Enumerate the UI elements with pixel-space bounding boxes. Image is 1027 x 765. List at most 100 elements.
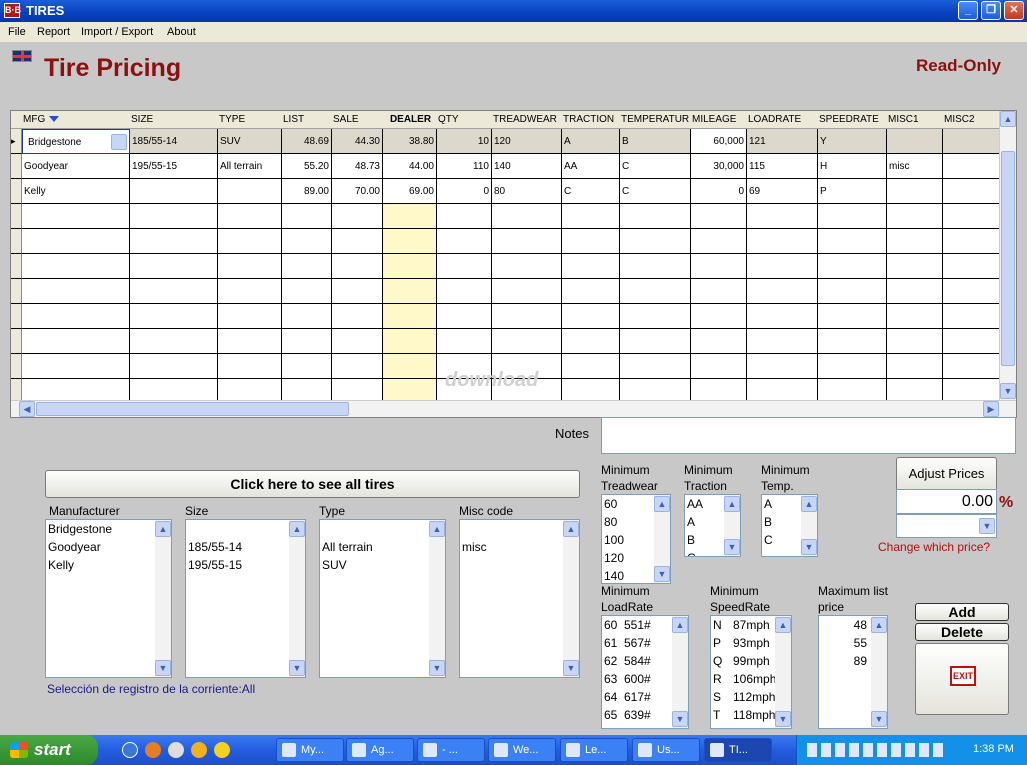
col-header-type[interactable]: TYPE xyxy=(218,111,282,129)
cell-misc2[interactable] xyxy=(943,154,1001,179)
size-item[interactable] xyxy=(186,520,305,538)
grid-horizontal-scrollbar[interactable]: ◀ ▶ xyxy=(11,400,1016,417)
empty-cell[interactable] xyxy=(22,204,130,229)
empty-cell[interactable] xyxy=(383,204,437,229)
empty-cell[interactable] xyxy=(691,254,747,279)
misc-code-list[interactable]: misc ▲ ▼ xyxy=(459,519,580,678)
cell-list[interactable]: 89.00 xyxy=(282,179,332,204)
scroll-up-icon[interactable]: ▲ xyxy=(289,521,305,537)
scroll-up-icon[interactable]: ▲ xyxy=(672,617,688,633)
type-item[interactable] xyxy=(320,520,445,538)
cell-mfg[interactable]: Goodyear xyxy=(22,154,130,179)
empty-cell[interactable] xyxy=(747,354,818,379)
empty-cell[interactable] xyxy=(492,279,562,304)
empty-cell[interactable] xyxy=(691,329,747,354)
cell-list[interactable]: 48.69 xyxy=(282,129,332,154)
row-selector[interactable] xyxy=(11,229,22,254)
cell-type[interactable]: SUV xyxy=(218,129,282,154)
chevron-down-icon[interactable]: ▼ xyxy=(979,518,995,534)
col-header-speedrate[interactable]: SPEEDRATE xyxy=(818,111,887,129)
tire-grid[interactable]: MFG SIZE TYPE LIST SALE DEALER QTY TREADWEAR TRA… xyxy=(10,110,1017,418)
cell-speedrate[interactable]: H xyxy=(818,154,887,179)
empty-cell[interactable] xyxy=(383,279,437,304)
empty-cell[interactable] xyxy=(130,204,218,229)
row-selector[interactable] xyxy=(11,279,22,304)
taskbar-item[interactable]: My... xyxy=(276,738,344,762)
empty-cell[interactable] xyxy=(691,204,747,229)
empty-cell[interactable] xyxy=(943,254,1001,279)
firefox-icon[interactable] xyxy=(145,742,161,758)
scroll-down-icon[interactable]: ▼ xyxy=(429,660,445,676)
scroll-down-icon[interactable]: ▼ xyxy=(672,711,688,727)
scroll-down-icon[interactable]: ▼ xyxy=(801,539,817,555)
scroll-down-icon[interactable]: ▼ xyxy=(724,539,740,555)
cell-sale[interactable]: 70.00 xyxy=(332,179,383,204)
scroll-down-icon[interactable]: ▼ xyxy=(654,566,670,582)
cell-mfg[interactable]: Bridgestone xyxy=(22,129,130,154)
type-item[interactable]: SUV xyxy=(320,556,445,574)
col-header-sale[interactable]: SALE xyxy=(332,111,383,129)
empty-cell[interactable] xyxy=(943,204,1001,229)
row-selector[interactable] xyxy=(11,354,22,379)
empty-cell[interactable] xyxy=(332,354,383,379)
empty-cell[interactable] xyxy=(130,354,218,379)
row-selector[interactable] xyxy=(11,154,22,179)
empty-cell[interactable] xyxy=(383,304,437,329)
empty-cell[interactable] xyxy=(383,254,437,279)
ie-icon[interactable] xyxy=(122,742,138,758)
empty-cell[interactable] xyxy=(282,204,332,229)
empty-cell[interactable] xyxy=(943,354,1001,379)
empty-cell[interactable] xyxy=(818,279,887,304)
notes-field[interactable] xyxy=(601,417,1016,454)
empty-cell[interactable] xyxy=(620,304,691,329)
cell-mileage[interactable]: 60,000 xyxy=(691,129,747,154)
empty-cell[interactable] xyxy=(130,304,218,329)
col-header-list[interactable]: LIST xyxy=(282,111,332,129)
chrome-icon[interactable] xyxy=(168,742,184,758)
menu-file[interactable]: File xyxy=(8,26,26,38)
empty-cell[interactable] xyxy=(887,254,943,279)
add-button[interactable]: Add xyxy=(915,603,1009,621)
col-header-traction[interactable]: TRACTION xyxy=(562,111,620,129)
min-loadrate-list[interactable]: 60 551# 61 567# 62 584# 63 600# 64 617# 65 639# ▲ ▼ xyxy=(601,615,689,729)
taskbar-item[interactable]: We... xyxy=(488,738,556,762)
empty-cell[interactable] xyxy=(562,279,620,304)
cell-list[interactable]: 55.20 xyxy=(282,154,332,179)
empty-cell[interactable] xyxy=(492,204,562,229)
list-scrollbar[interactable]: ▲ ▼ xyxy=(775,616,791,728)
empty-cell[interactable] xyxy=(562,254,620,279)
empty-cell[interactable] xyxy=(943,229,1001,254)
empty-cell[interactable] xyxy=(562,229,620,254)
cell-misc1[interactable] xyxy=(887,129,943,154)
col-header-temperature[interactable]: TEMPERATUR xyxy=(620,111,691,129)
cell-dealer[interactable]: 38.80 xyxy=(383,129,437,154)
scroll-down-icon[interactable]: ▼ xyxy=(1000,383,1016,399)
empty-cell[interactable] xyxy=(218,254,282,279)
empty-cell[interactable] xyxy=(887,204,943,229)
misc-code-item[interactable]: misc xyxy=(460,538,579,556)
cell-temperature[interactable]: C xyxy=(620,154,691,179)
empty-cell[interactable] xyxy=(332,304,383,329)
empty-cell[interactable] xyxy=(282,329,332,354)
empty-cell[interactable] xyxy=(691,279,747,304)
empty-cell[interactable] xyxy=(818,204,887,229)
empty-cell[interactable] xyxy=(747,204,818,229)
adjust-percent-input[interactable]: 0.00 xyxy=(896,489,997,514)
empty-cell[interactable] xyxy=(218,229,282,254)
empty-cell[interactable] xyxy=(437,229,492,254)
misc-code-item[interactable] xyxy=(460,520,579,538)
empty-cell[interactable] xyxy=(562,204,620,229)
cell-loadrate[interactable]: 121 xyxy=(747,129,818,154)
col-header-qty[interactable]: QTY xyxy=(437,111,492,129)
cell-size[interactable]: 185/55-14 xyxy=(130,129,218,154)
row-selector[interactable] xyxy=(11,329,22,354)
row-selector[interactable] xyxy=(11,179,22,204)
list-scrollbar[interactable]: ▲ ▼ xyxy=(672,616,688,728)
cell-mileage[interactable]: 0 xyxy=(691,179,747,204)
min-speedrate-list[interactable]: N 87mph P 93mph Q 99mph R 106mph S 112mph T 118mph ▲… xyxy=(710,615,792,729)
col-header-misc2[interactable]: MISC2 xyxy=(943,111,1001,129)
manufacturer-item[interactable]: Kelly xyxy=(46,556,171,574)
change-which-price-link[interactable]: Change which price? xyxy=(878,540,990,554)
empty-cell[interactable] xyxy=(218,329,282,354)
empty-cell[interactable] xyxy=(620,229,691,254)
